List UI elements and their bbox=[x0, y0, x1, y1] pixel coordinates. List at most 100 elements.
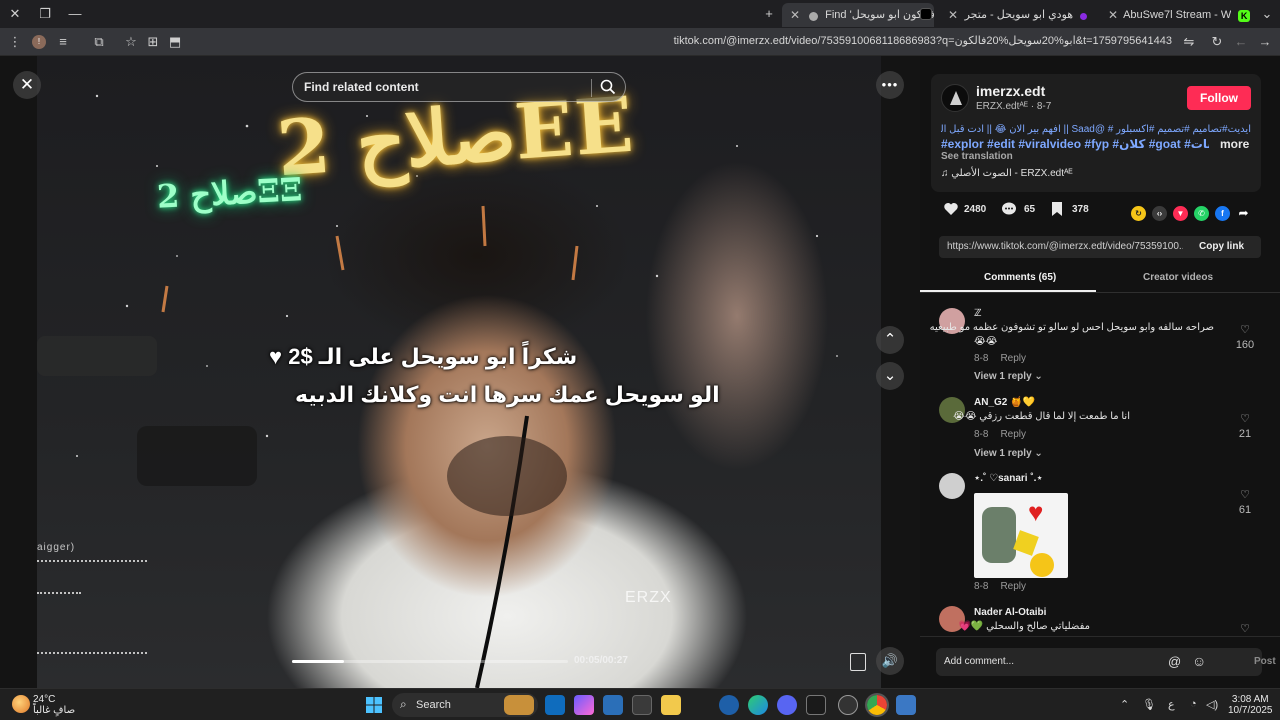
mention-at-icon[interactable]: @ bbox=[1168, 654, 1181, 669]
copilot-icon[interactable] bbox=[574, 695, 594, 715]
music-label[interactable]: ♫ الصوت الأصلي - ERZX.edtᴬᴱ bbox=[941, 168, 1073, 179]
side-overlay-dots bbox=[37, 592, 81, 596]
follow-button[interactable]: Follow bbox=[1187, 86, 1251, 110]
facebook-icon[interactable]: f bbox=[1215, 206, 1230, 221]
tab-divider bbox=[920, 292, 1280, 293]
floating-player-icon[interactable] bbox=[850, 653, 866, 671]
comment-username[interactable]: AN_G2 🍯💛 bbox=[974, 397, 1035, 408]
volume-tray-icon[interactable]: ◁) bbox=[1206, 698, 1218, 711]
wifi-icon[interactable]: ◔ bbox=[1190, 698, 1197, 710]
restore-window-icon[interactable]: ❐ bbox=[32, 4, 58, 24]
embed-code-icon[interactable]: ‹› bbox=[1152, 206, 1167, 221]
tab-find-tiktok[interactable]: ✕ Find 'فالكون ابو سويحل' on bbox=[782, 3, 934, 27]
store-icon[interactable] bbox=[632, 695, 652, 715]
see-translation-link[interactable]: See translation bbox=[941, 151, 1013, 162]
weather-widget[interactable]: 24°C صافٍ غالباً bbox=[33, 694, 75, 716]
app-shield-icon[interactable] bbox=[719, 695, 739, 715]
whatsapp-icon[interactable]: ✆ bbox=[1194, 206, 1209, 221]
tab-creator-videos[interactable]: Creator videos bbox=[1143, 272, 1213, 283]
forward-icon[interactable]: ← bbox=[1232, 33, 1250, 51]
comment-avatar[interactable] bbox=[939, 473, 965, 499]
file-explorer-icon[interactable] bbox=[661, 695, 681, 715]
profile-avatar[interactable]: ! bbox=[32, 35, 46, 49]
chrome-icon[interactable] bbox=[865, 693, 889, 717]
add-comment-input[interactable]: Add comment... @ ☺ bbox=[936, 648, 1262, 676]
photos-icon[interactable] bbox=[896, 695, 916, 715]
comment-emoji: 😭😭 bbox=[974, 336, 998, 347]
comment-like-heart-icon[interactable]: ♡ bbox=[1235, 488, 1255, 501]
new-tab-icon[interactable]: + bbox=[756, 4, 782, 24]
more-options-icon[interactable]: ••• bbox=[876, 71, 904, 99]
tab-close-icon[interactable]: ✕ bbox=[946, 3, 960, 27]
tab-close-icon[interactable]: ✕ bbox=[1106, 3, 1120, 27]
comment-username[interactable]: Nader Al-Otaibi bbox=[974, 607, 1046, 618]
minimize-window-icon[interactable]: — bbox=[62, 4, 88, 24]
comment-sticker-image[interactable]: ♥ bbox=[974, 493, 1068, 578]
defender-icon[interactable] bbox=[603, 695, 623, 715]
reload-icon[interactable]: ↻ bbox=[1208, 33, 1226, 51]
creator-avatar[interactable] bbox=[941, 84, 969, 112]
creator-username[interactable]: imerzx.edt bbox=[976, 83, 1045, 99]
next-video-chevron-down-icon[interactable]: ⌄ bbox=[876, 362, 904, 390]
edge-icon[interactable] bbox=[748, 695, 768, 715]
repost-icon[interactable]: ↻ bbox=[1131, 206, 1146, 221]
tab-store[interactable]: ✕ هودي ابو سويحل - متجر فيو فايف bbox=[940, 3, 1092, 27]
video-player[interactable]: صلاح 2EE صلاح 2ΞΞ شكراً ابو سويحل على ال… bbox=[37, 56, 881, 688]
volume-icon[interactable]: 🔊 bbox=[876, 647, 904, 675]
windows-start-icon[interactable] bbox=[366, 697, 382, 713]
tab-comments[interactable]: Comments (65) bbox=[984, 272, 1056, 283]
comment-like-heart-icon[interactable]: ♡ bbox=[1235, 622, 1255, 635]
extensions-icon[interactable]: ⧉ bbox=[90, 33, 108, 51]
related-content-search[interactable]: Find related content bbox=[292, 72, 626, 102]
comment-username[interactable]: ⋆.˚ ♡sanari ˚.⋆ bbox=[974, 473, 1043, 484]
like-heart-icon[interactable] bbox=[942, 200, 960, 218]
view-replies-button[interactable]: View 1 reply ⌄ bbox=[974, 371, 1043, 382]
game-icon[interactable] bbox=[806, 695, 826, 715]
tab-close-icon[interactable]: ✕ bbox=[788, 3, 802, 27]
post-comment-button[interactable]: Post bbox=[1254, 656, 1276, 667]
previous-video-chevron-up-icon[interactable]: ⌃ bbox=[876, 326, 904, 354]
search-highlight-image bbox=[504, 695, 534, 715]
tray-chevron-icon[interactable]: ⌃ bbox=[1120, 698, 1129, 711]
microphone-icon[interactable]: 🎙 bbox=[1142, 698, 1156, 711]
install-app-icon[interactable]: ⬒ bbox=[166, 33, 184, 51]
site-settings-icon[interactable]: ⇋ bbox=[1180, 33, 1198, 51]
discord-icon[interactable] bbox=[777, 695, 797, 715]
progress-bar[interactable] bbox=[292, 660, 568, 663]
back-icon[interactable]: → bbox=[1256, 33, 1274, 51]
sticker-bolt-icon bbox=[1013, 530, 1039, 556]
reply-button[interactable]: Reply bbox=[1000, 429, 1026, 440]
sticker-coin-icon bbox=[1030, 553, 1054, 577]
system-clock[interactable]: 3:08 AM 10/7/2025 bbox=[1228, 694, 1273, 716]
comment-like-heart-icon[interactable]: ♡ bbox=[1235, 412, 1255, 425]
caption-hashtags[interactable]: #explor #edit #viralvideo #fyp #كلان #go… bbox=[941, 137, 1209, 151]
close-window-icon[interactable]: ✕ bbox=[2, 4, 28, 24]
comment-icon[interactable] bbox=[1000, 200, 1018, 218]
copy-link-button[interactable]: Copy link bbox=[1199, 241, 1244, 252]
taskbar-search[interactable]: ⌕ Search bbox=[392, 693, 538, 717]
tab-kick-stream[interactable]: ✕ AbuSwe7l Stream - Watch Live K bbox=[1100, 3, 1252, 27]
reply-button[interactable]: Reply bbox=[1000, 581, 1026, 592]
view-replies-button[interactable]: View 1 reply ⌄ bbox=[974, 448, 1043, 459]
language-indicator[interactable]: ع bbox=[1168, 698, 1175, 711]
comment-meta: 8-8 Reply bbox=[974, 429, 1026, 440]
comment-like-heart-icon[interactable]: ♡ bbox=[1235, 323, 1255, 336]
share-arrow-icon[interactable]: ➦ bbox=[1236, 206, 1251, 221]
translate-icon[interactable]: ⊞ bbox=[144, 33, 162, 51]
app-circle-icon[interactable] bbox=[838, 695, 858, 715]
bookmark-star-icon[interactable]: ☆ bbox=[122, 33, 140, 51]
video-link-text[interactable]: https://www.tiktok.com/@imerzx.edt/video… bbox=[947, 241, 1183, 252]
comment-username[interactable]: ℤ bbox=[974, 308, 982, 319]
outlook-icon[interactable] bbox=[545, 695, 565, 715]
close-video-button[interactable]: ✕ bbox=[13, 71, 41, 99]
reply-button[interactable]: Reply bbox=[1000, 353, 1026, 364]
reading-list-icon[interactable]: ≡ bbox=[54, 33, 72, 51]
menu-dots-icon[interactable]: ⋮ bbox=[6, 33, 24, 51]
more-caption-button[interactable]: more bbox=[1220, 137, 1249, 151]
bookmark-icon[interactable] bbox=[1048, 200, 1066, 218]
emoji-smiley-icon[interactable]: ☺ bbox=[1192, 653, 1206, 669]
url-text[interactable]: tiktok.com/@imerzx.edt/video/75359100681… bbox=[674, 34, 1172, 47]
send-friends-icon[interactable]: ▼ bbox=[1173, 206, 1188, 221]
tab-search-icon[interactable]: ⌄ bbox=[1254, 4, 1280, 24]
search-icon[interactable] bbox=[599, 78, 617, 96]
